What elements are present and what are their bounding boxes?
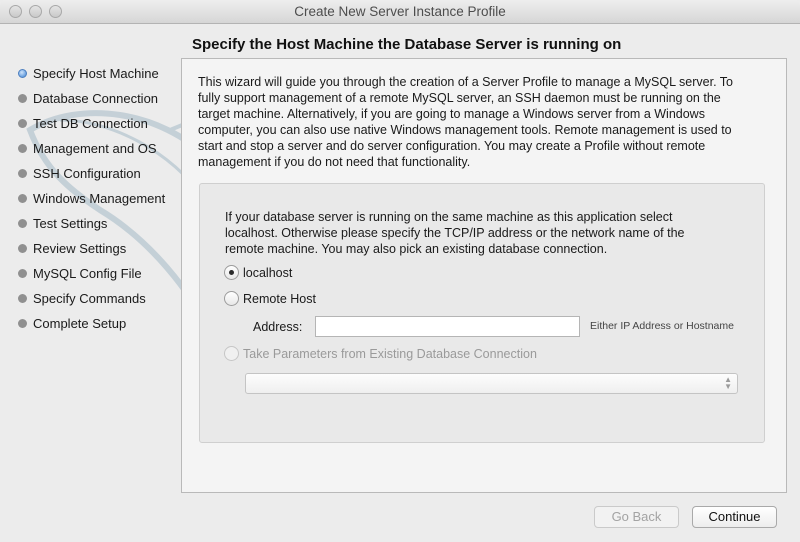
- step-label: Review Settings: [33, 241, 127, 256]
- step-dot-icon: [18, 144, 27, 153]
- address-hint: Either IP Address or Hostname: [590, 320, 734, 332]
- step-dot-icon: [18, 269, 27, 278]
- step-label: SSH Configuration: [33, 166, 141, 181]
- step-dot-icon: [18, 194, 27, 203]
- step-label: Windows Management: [33, 191, 166, 206]
- intro-line: target machine. Alternatively, if you ar…: [198, 107, 705, 121]
- step-dot-icon: [18, 219, 27, 228]
- step-complete-setup[interactable]: Complete Setup: [18, 311, 165, 336]
- host-description-line: If your database server is running on th…: [225, 210, 673, 224]
- remote-host-option[interactable]: Remote Host: [224, 291, 316, 306]
- step-label: Management and OS: [33, 141, 157, 156]
- window-title: Create New Server Instance Profile: [294, 4, 506, 19]
- connection-select[interactable]: ▲ ▼: [245, 373, 738, 394]
- step-mysql-config-file[interactable]: MySQL Config File: [18, 261, 165, 286]
- step-management-and-os[interactable]: Management and OS: [18, 136, 165, 161]
- step-dot-icon: [18, 94, 27, 103]
- intro-line: fully support management of a remote MyS…: [198, 91, 721, 105]
- step-label: Test DB Connection: [33, 116, 148, 131]
- continue-button[interactable]: Continue: [692, 506, 777, 528]
- step-test-settings[interactable]: Test Settings: [18, 211, 165, 236]
- step-label: Specify Commands: [33, 291, 146, 306]
- step-dot-icon: [18, 119, 27, 128]
- remote-host-label: Remote Host: [243, 291, 316, 306]
- step-test-db-connection[interactable]: Test DB Connection: [18, 111, 165, 136]
- wizard-steps: Specify Host Machine Database Connection…: [18, 61, 165, 336]
- title-bar: Create New Server Instance Profile: [0, 0, 800, 24]
- go-back-button[interactable]: Go Back: [594, 506, 679, 528]
- host-description: If your database server is running on th…: [225, 209, 740, 257]
- step-ssh-configuration[interactable]: SSH Configuration: [18, 161, 165, 186]
- step-dot-icon: [18, 169, 27, 178]
- updown-arrows-icon: ▲ ▼: [724, 375, 732, 391]
- address-input[interactable]: [315, 316, 580, 337]
- step-specify-commands[interactable]: Specify Commands: [18, 286, 165, 311]
- step-windows-management[interactable]: Windows Management: [18, 186, 165, 211]
- step-label: MySQL Config File: [33, 266, 142, 281]
- page-title: Specify the Host Machine the Database Se…: [192, 36, 622, 53]
- step-label: Test Settings: [33, 216, 108, 231]
- intro-line: management if you do not need that funct…: [198, 155, 471, 169]
- host-description-line: localhost. Otherwise please specify the …: [225, 226, 685, 240]
- step-label: Database Connection: [33, 91, 159, 106]
- existing-connection-option[interactable]: Take Parameters from Existing Database C…: [224, 346, 537, 361]
- step-review-settings[interactable]: Review Settings: [18, 236, 165, 261]
- current-step-icon: [18, 69, 27, 78]
- host-description-line: remote machine. You may also pick an exi…: [225, 242, 608, 256]
- step-dot-icon: [18, 244, 27, 253]
- existing-connection-label: Take Parameters from Existing Database C…: [243, 346, 537, 361]
- localhost-radio[interactable]: [224, 265, 239, 280]
- step-label: Specify Host Machine: [33, 66, 159, 81]
- step-specify-host-machine[interactable]: Specify Host Machine: [18, 61, 165, 86]
- step-database-connection[interactable]: Database Connection: [18, 86, 165, 111]
- wizard-window: Create New Server Instance Profile Speci…: [0, 0, 800, 542]
- existing-connection-radio[interactable]: [224, 346, 239, 361]
- intro-line: start and stop a server and do server co…: [198, 139, 706, 153]
- localhost-label: localhost: [243, 265, 293, 280]
- intro-line: This wizard will guide you through the c…: [198, 75, 733, 89]
- address-label: Address:: [253, 320, 303, 334]
- intro-line: computer, you can also use native Window…: [198, 123, 732, 137]
- step-label: Complete Setup: [33, 316, 127, 331]
- localhost-option[interactable]: localhost: [224, 265, 292, 280]
- intro-text: This wizard will guide you through the c…: [198, 74, 773, 170]
- step-dot-icon: [18, 319, 27, 328]
- step-dot-icon: [18, 294, 27, 303]
- remote-host-radio[interactable]: [224, 291, 239, 306]
